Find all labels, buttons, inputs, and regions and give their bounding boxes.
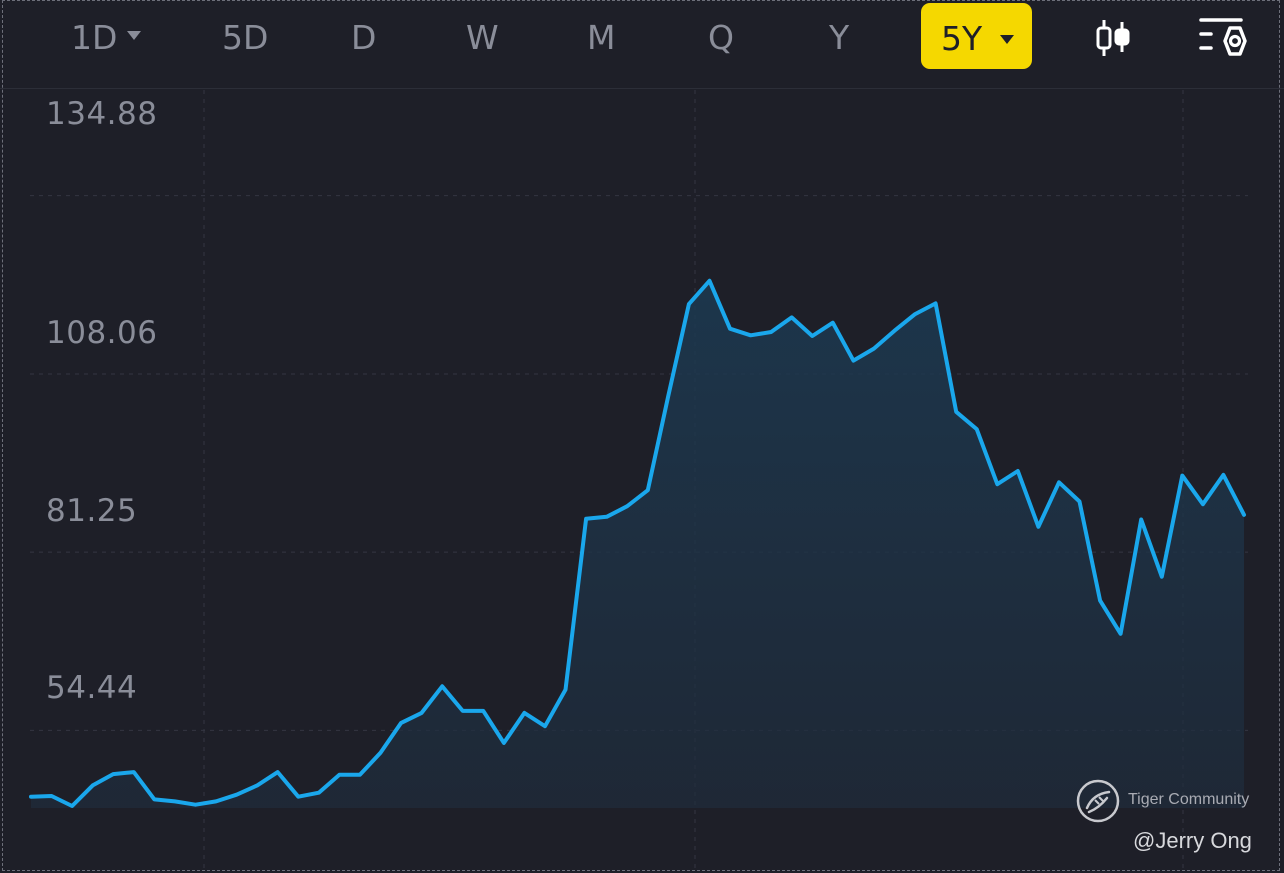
watermark-brand: Tiger Community xyxy=(1128,791,1250,808)
price-chart[interactable] xyxy=(0,0,1284,873)
watermark-author: @Jerry Ong xyxy=(1133,828,1252,853)
tiger-logo-icon xyxy=(1076,779,1120,823)
y-tick-label: 134.88 xyxy=(46,96,158,132)
tiger-community-watermark: Tiger Community xyxy=(1075,778,1275,824)
price-area xyxy=(31,280,1244,808)
y-tick-label: 108.06 xyxy=(46,315,158,351)
y-tick-label: 81.25 xyxy=(46,493,138,529)
y-tick-label: 54.44 xyxy=(46,670,138,706)
